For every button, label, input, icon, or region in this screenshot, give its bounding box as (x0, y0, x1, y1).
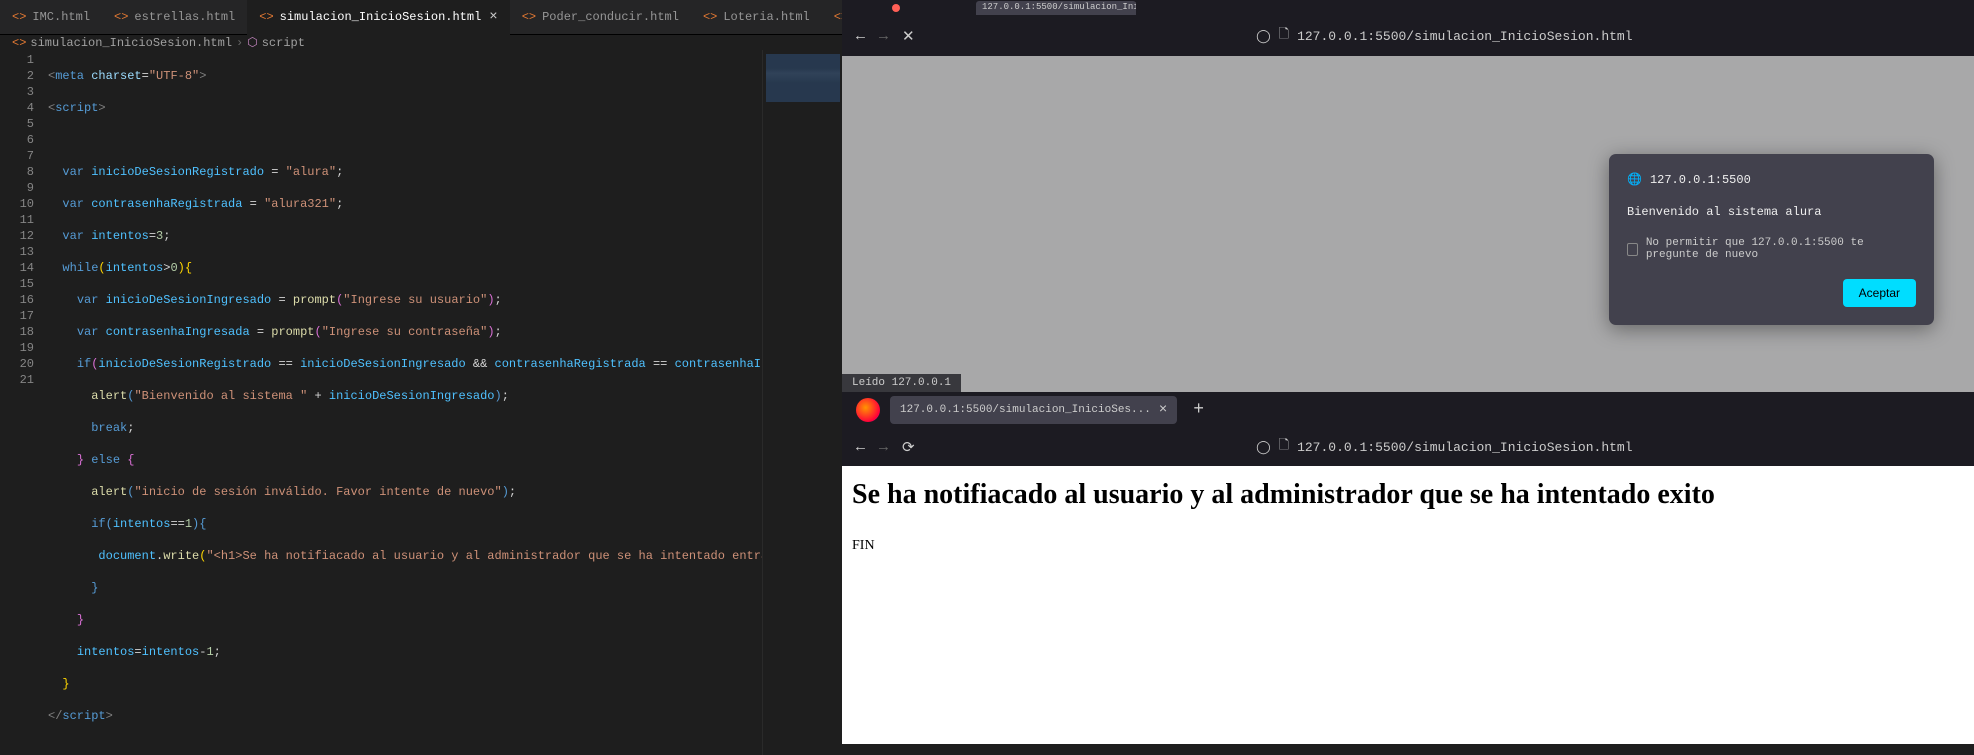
html-file-icon: <> (259, 10, 273, 24)
close-icon[interactable]: × (489, 9, 497, 25)
shield-icon: ◯ (1256, 29, 1271, 44)
shield-icon: ◯ (1256, 440, 1271, 455)
html-file-icon: <> (522, 10, 536, 24)
checkbox-icon[interactable] (1627, 243, 1638, 256)
tab-estrellas[interactable]: <> estrellas.html (102, 0, 247, 35)
firefox-icon[interactable] (856, 398, 880, 422)
url-bar[interactable]: ◯ 🗋 127.0.0.1:5500/simulacion_InicioSesi… (929, 436, 1960, 458)
minimap-viewport (766, 54, 840, 102)
globe-icon: 🌐 (1627, 172, 1642, 187)
breadcrumb[interactable]: <> simulacion_InicioSesion.html › ⬡ scri… (0, 35, 842, 50)
browser-titlebar: 127.0.0.1:5500/simulacion_Inic... (842, 0, 1974, 16)
status-badge: Leído 127.0.0.1 (842, 374, 961, 392)
tab-label: Poder_conducir.html (542, 10, 679, 24)
html-file-icon: <> (114, 10, 128, 24)
browser-toolbar: ← → ✕ ◯ 🗋 127.0.0.1:5500/simulacion_Inic… (842, 16, 1974, 56)
browser-tabbar: 127.0.0.1:5500/simulacion_InicioSes... ×… (842, 392, 1974, 428)
close-icon[interactable]: × (1159, 402, 1167, 418)
back-icon[interactable]: ← (856, 28, 865, 45)
browser-viewport: 🌐 127.0.0.1:5500 Bienvenido al sistema a… (842, 56, 1974, 392)
window-close-icon[interactable] (892, 4, 900, 12)
chevron-right-icon: › (236, 36, 243, 50)
tab-loteria[interactable]: <> Loteria.html (691, 0, 822, 35)
tab-label: Loteria.html (723, 10, 809, 24)
page-body-text: FIN (852, 538, 1964, 554)
code-editor[interactable]: 123456789101112131415161718192021 <meta … (0, 50, 842, 755)
tab-imc[interactable]: <> IMC.html (0, 0, 102, 35)
lock-icon: 🗋 (1279, 436, 1289, 458)
accept-button[interactable]: Aceptar (1843, 279, 1916, 307)
html-file-icon: <> (703, 10, 717, 24)
page-heading: Se ha notifiacado al usuario y al admini… (852, 478, 1964, 512)
forward-icon[interactable]: → (879, 28, 888, 45)
js-alert-dialog: 🌐 127.0.0.1:5500 Bienvenido al sistema a… (1609, 154, 1934, 325)
browser-area: 127.0.0.1:5500/simulacion_Inic... ← → ✕ … (842, 0, 1974, 744)
breadcrumb-symbol: script (262, 36, 305, 50)
tab-label: estrellas.html (134, 10, 235, 24)
browser-tab[interactable]: 127.0.0.1:5500/simulacion_InicioSes... × (890, 396, 1177, 424)
tab-simulacion[interactable]: <> simulacion_InicioSesion.html × (247, 0, 509, 35)
tab-label: IMC.html (32, 10, 90, 24)
tab-label: 127.0.0.1:5500/simulacion_InicioSes... (900, 404, 1151, 416)
forward-icon[interactable]: → (879, 439, 888, 456)
browser-window-result: 127.0.0.1:5500/simulacion_InicioSes... ×… (842, 392, 1974, 744)
browser-tab[interactable]: 127.0.0.1:5500/simulacion_Inic... (976, 1, 1136, 15)
vscode-editor-pane: <> IMC.html <> estrellas.html <> simulacion… (0, 0, 842, 744)
dialog-checkbox-row[interactable]: No permitir que 127.0.0.1:5500 te pregun… (1627, 237, 1916, 261)
line-number-gutter: 123456789101112131415161718192021 (0, 50, 48, 755)
page-content: Se ha notifiacado al usuario y al admini… (842, 466, 1974, 744)
breadcrumb-file: simulacion_InicioSesion.html (30, 36, 232, 50)
checkbox-label: No permitir que 127.0.0.1:5500 te pregun… (1646, 237, 1916, 261)
url-text: 127.0.0.1:5500/simulacion_InicioSesion.h… (1297, 440, 1632, 455)
new-tab-icon[interactable]: + (1187, 400, 1210, 420)
browser-window-dialog: 127.0.0.1:5500/simulacion_Inic... ← → ✕ … (842, 0, 1974, 392)
dialog-origin: 🌐 127.0.0.1:5500 (1627, 172, 1916, 187)
symbol-icon: ⬡ (247, 35, 257, 50)
browser-toolbar: ← → ⟳ ◯ 🗋 127.0.0.1:5500/simulacion_Inic… (842, 428, 1974, 466)
close-icon[interactable]: ✕ (902, 27, 915, 46)
tab-poder-conducir[interactable]: <> Poder_conducir.html (510, 0, 691, 35)
html-file-icon: <> (12, 10, 26, 24)
dialog-message: Bienvenido al sistema alura (1627, 205, 1916, 219)
url-bar[interactable]: ◯ 🗋 127.0.0.1:5500/simulacion_InicioSesi… (929, 25, 1960, 47)
editor-tabs: <> IMC.html <> estrellas.html <> simulacion… (0, 0, 842, 35)
minimap[interactable] (762, 50, 842, 755)
code-content[interactable]: <meta charset="UTF-8"> <script> var inic… (48, 50, 762, 755)
lock-icon: 🗋 (1279, 25, 1289, 47)
tab-label: simulacion_InicioSesion.html (280, 10, 482, 24)
url-text: 127.0.0.1:5500/simulacion_InicioSesion.h… (1297, 29, 1632, 44)
reload-icon[interactable]: ⟳ (902, 438, 915, 457)
back-icon[interactable]: ← (856, 439, 865, 456)
html-file-icon: <> (12, 36, 26, 50)
